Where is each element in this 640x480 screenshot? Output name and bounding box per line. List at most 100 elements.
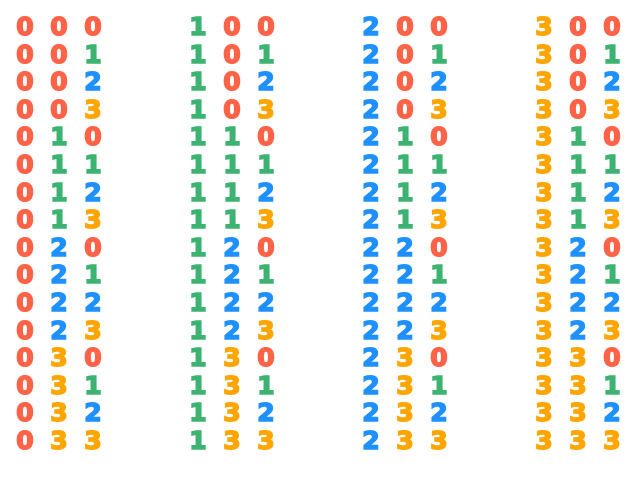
- digit-2: 2: [361, 67, 380, 97]
- digit-1: 1: [222, 177, 241, 207]
- number-triple: 233: [356, 426, 456, 456]
- digit-1: 1: [568, 177, 587, 207]
- digit-1: 1: [83, 260, 102, 290]
- digit-1: 1: [568, 122, 587, 152]
- digit-2: 2: [256, 398, 275, 428]
- digit-1: 1: [256, 39, 275, 69]
- digit-1: 1: [395, 150, 414, 180]
- digit-1: 1: [188, 315, 207, 345]
- digit-0: 0: [256, 343, 275, 373]
- digit-2: 2: [256, 177, 275, 207]
- digit-0: 0: [15, 315, 34, 345]
- digit-0: 0: [256, 122, 275, 152]
- digit-2: 2: [83, 177, 102, 207]
- digit-0: 0: [83, 12, 102, 42]
- digit-1: 1: [602, 370, 621, 400]
- digit-1: 1: [83, 370, 102, 400]
- digit-2: 2: [83, 288, 102, 318]
- digit-1: 1: [188, 205, 207, 235]
- digit-1: 1: [395, 122, 414, 152]
- digit-2: 2: [568, 232, 587, 262]
- digit-1: 1: [256, 150, 275, 180]
- digit-1: 1: [188, 426, 207, 456]
- number-triple: 220: [356, 232, 456, 262]
- digit-2: 2: [222, 260, 241, 290]
- digit-1: 1: [188, 12, 207, 42]
- number-triple: 001: [10, 39, 110, 69]
- digit-3: 3: [222, 398, 241, 428]
- digit-2: 2: [395, 315, 414, 345]
- digit-0: 0: [15, 370, 34, 400]
- digit-1: 1: [395, 177, 414, 207]
- digit-1: 1: [188, 177, 207, 207]
- digit-1: 1: [222, 150, 241, 180]
- number-triple: 011: [10, 150, 110, 180]
- digit-1: 1: [256, 370, 275, 400]
- digit-0: 0: [602, 343, 621, 373]
- number-triple: 322: [529, 288, 629, 318]
- digit-2: 2: [83, 398, 102, 428]
- digit-1: 1: [429, 370, 448, 400]
- digit-2: 2: [361, 94, 380, 124]
- digit-3: 3: [534, 122, 553, 152]
- number-triple: 332: [529, 398, 629, 428]
- digit-2: 2: [361, 39, 380, 69]
- digit-0: 0: [15, 94, 34, 124]
- number-triple: 201: [356, 39, 456, 69]
- digit-0: 0: [15, 398, 34, 428]
- digit-3: 3: [83, 205, 102, 235]
- digit-0: 0: [15, 232, 34, 262]
- digit-1: 1: [568, 150, 587, 180]
- digit-1: 1: [602, 260, 621, 290]
- digit-3: 3: [534, 426, 553, 456]
- digit-0: 0: [49, 94, 68, 124]
- digit-3: 3: [534, 232, 553, 262]
- digit-2: 2: [361, 122, 380, 152]
- digit-0: 0: [222, 67, 241, 97]
- digit-2: 2: [256, 288, 275, 318]
- digit-3: 3: [534, 177, 553, 207]
- digit-0: 0: [15, 67, 34, 97]
- number-triple: 032: [10, 398, 110, 428]
- number-triple: 132: [183, 398, 283, 428]
- digit-1: 1: [222, 205, 241, 235]
- number-triple: 100: [183, 12, 283, 42]
- number-triple: 113: [183, 205, 283, 235]
- number-triple: 203: [356, 94, 456, 124]
- number-triple: 030: [10, 343, 110, 373]
- number-triple: 321: [529, 260, 629, 290]
- digit-0: 0: [429, 232, 448, 262]
- digit-1: 1: [49, 122, 68, 152]
- digit-0: 0: [222, 39, 241, 69]
- number-triple: 022: [10, 288, 110, 318]
- digit-2: 2: [602, 288, 621, 318]
- number-triple: 002: [10, 67, 110, 97]
- digit-1: 1: [188, 94, 207, 124]
- digit-2: 2: [361, 150, 380, 180]
- digit-2: 2: [222, 232, 241, 262]
- digit-2: 2: [568, 315, 587, 345]
- number-triple: 000: [10, 12, 110, 42]
- digit-3: 3: [256, 205, 275, 235]
- digit-0: 0: [395, 12, 414, 42]
- digit-0: 0: [15, 260, 34, 290]
- digit-3: 3: [568, 370, 587, 400]
- digit-3: 3: [256, 426, 275, 456]
- digit-0: 0: [49, 67, 68, 97]
- digit-1: 1: [429, 260, 448, 290]
- digit-3: 3: [534, 67, 553, 97]
- number-triple: 103: [183, 94, 283, 124]
- digit-3: 3: [534, 315, 553, 345]
- digit-0: 0: [15, 205, 34, 235]
- number-triple: 031: [10, 370, 110, 400]
- number-triple: 313: [529, 205, 629, 235]
- digit-0: 0: [429, 343, 448, 373]
- digit-3: 3: [429, 94, 448, 124]
- digit-1: 1: [188, 122, 207, 152]
- digit-3: 3: [256, 94, 275, 124]
- number-triple: 131: [183, 370, 283, 400]
- digit-2: 2: [361, 398, 380, 428]
- digit-2: 2: [361, 12, 380, 42]
- digit-3: 3: [83, 315, 102, 345]
- number-triple: 110: [183, 122, 283, 152]
